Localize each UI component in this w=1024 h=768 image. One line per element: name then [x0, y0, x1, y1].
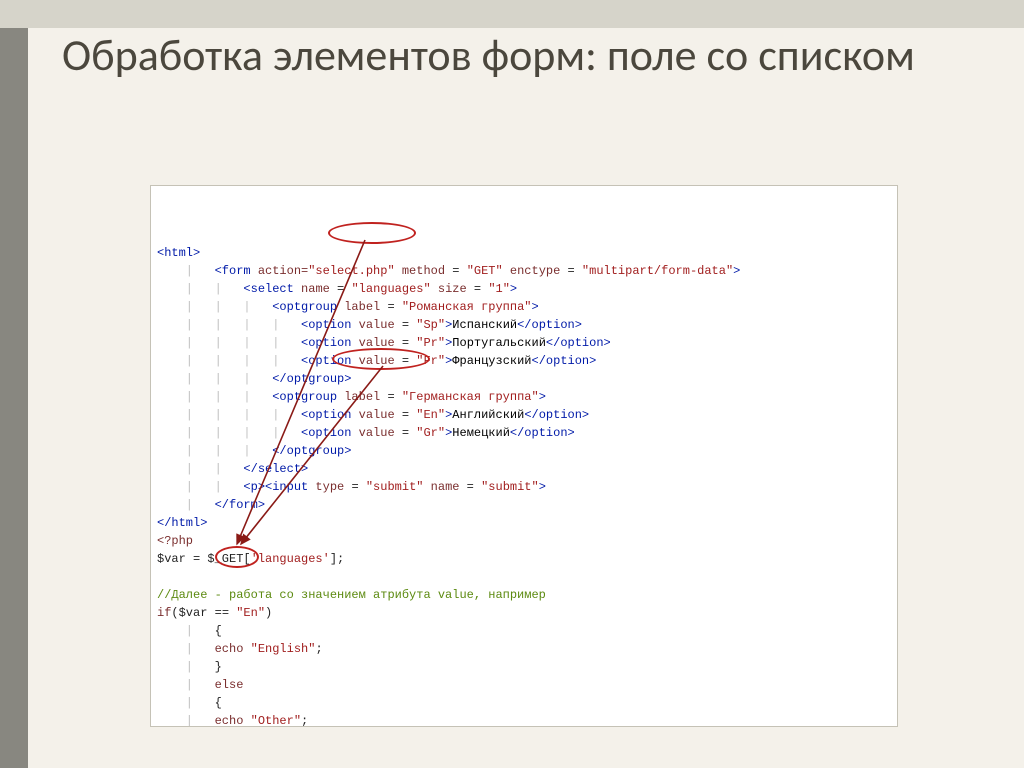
slide: Обработка элементов форм: поле со списко… — [0, 0, 1024, 768]
annotation-circle-value-en — [332, 348, 430, 370]
code-content: <html> | <form action="select.php" metho… — [151, 186, 897, 727]
annotation-circle-languages — [328, 222, 416, 244]
annotation-circle-en — [215, 546, 259, 568]
slide-title: Обработка элементов форм: поле со списко… — [62, 30, 984, 82]
code-screenshot: <html> | <form action="select.php" metho… — [150, 185, 898, 727]
